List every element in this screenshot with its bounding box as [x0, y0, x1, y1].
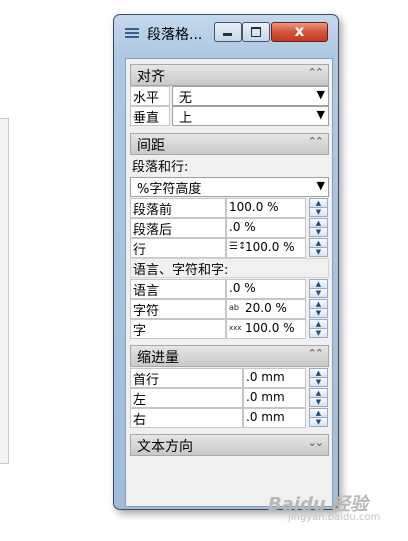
- spin-down-icon[interactable]: ▼: [309, 288, 328, 298]
- left-indent-label: 左: [133, 393, 147, 408]
- dialog-content: 对齐 ⌃⌃ 水平 无 ▼ 垂直 上 ▼ 间距 ⌃⌃ 段落和行: %字符高度 ▼ …: [125, 58, 333, 507]
- collapse-icon: ⌃⌃: [307, 135, 325, 148]
- right-indent-value: .0 mm: [246, 410, 285, 424]
- section-header-alignment[interactable]: 对齐 ⌃⌃: [130, 64, 329, 86]
- word-spacing-input[interactable]: xxx 100.0 %: [226, 319, 306, 339]
- spin-down-icon[interactable]: ▼: [309, 397, 328, 407]
- minimize-button[interactable]: [214, 22, 242, 42]
- character-label: 字符: [133, 304, 160, 319]
- character-spacing-stepper[interactable]: ▲ ▼: [309, 299, 328, 318]
- right-indent-input[interactable]: .0 mm: [243, 408, 306, 428]
- vertical-align-value: 上: [179, 111, 193, 126]
- horizontal-label: 水平: [133, 91, 160, 106]
- horizontal-align-select[interactable]: 无 ▼: [172, 86, 329, 106]
- spin-down-icon[interactable]: ▼: [309, 247, 328, 257]
- window-title: 段落格...: [147, 27, 203, 43]
- expand-icon: ⌄⌄: [307, 436, 325, 449]
- language-spacing-value: .0 %: [229, 281, 256, 295]
- section-header-spacing[interactable]: 间距 ⌃⌃: [130, 133, 329, 155]
- collapse-icon: ⌃⌃: [307, 66, 325, 79]
- paragraph-and-line-label: 段落和行:: [132, 160, 189, 175]
- spin-down-icon[interactable]: ▼: [309, 328, 328, 338]
- minimize-icon: [223, 33, 232, 36]
- line-label: 行: [133, 243, 147, 258]
- line-label-cell: 行: [130, 238, 226, 258]
- first-line-indent-stepper[interactable]: ▲ ▼: [309, 368, 328, 387]
- character-label-cell: 字符: [130, 299, 226, 319]
- title-bar[interactable]: 段落格... x: [114, 15, 338, 49]
- character-spacing-input[interactable]: ab 20.0 %: [226, 299, 306, 319]
- section-title: 缩进量: [137, 350, 179, 366]
- left-indent-input[interactable]: .0 mm: [243, 388, 306, 408]
- section-title: 对齐: [137, 69, 165, 85]
- after-spacing-stepper[interactable]: ▲ ▼: [309, 218, 328, 237]
- background-document-edge: [0, 118, 9, 464]
- paragraph-format-dialog: 段落格... x 对齐 ⌃⌃ 水平 无 ▼ 垂直 上 ▼ 间距 ⌃⌃ 段落和行:: [113, 14, 339, 510]
- watermark-url: jingyan.baidu.com: [288, 512, 381, 523]
- horizontal-label-cell: 水平: [130, 86, 170, 106]
- line-spacing-value: 100.0 %: [245, 240, 295, 254]
- lang-char-word-label: 语言、字符和字:: [133, 263, 229, 278]
- spin-down-icon[interactable]: ▼: [309, 377, 328, 387]
- language-spacing-input[interactable]: .0 %: [226, 279, 306, 299]
- right-indent-label-cell: 右: [130, 408, 243, 428]
- spin-down-icon[interactable]: ▼: [309, 207, 328, 217]
- chevron-down-icon: ▼: [316, 88, 325, 101]
- close-icon: x: [294, 22, 305, 40]
- left-indent-value: .0 mm: [246, 390, 285, 404]
- spin-down-icon[interactable]: ▼: [309, 227, 328, 237]
- section-title: 间距: [137, 138, 165, 154]
- first-line-indent-value: .0 mm: [246, 370, 285, 384]
- language-label-cell: 语言: [130, 279, 226, 299]
- before-spacing-input[interactable]: 100.0 %: [226, 198, 306, 218]
- right-indent-label: 右: [133, 413, 147, 428]
- before-label-cell: 段落前: [130, 198, 226, 218]
- first-line-label: 首行: [133, 373, 160, 388]
- before-spacing-stepper[interactable]: ▲ ▼: [309, 198, 328, 217]
- vertical-label: 垂直: [133, 111, 160, 126]
- right-indent-stepper[interactable]: ▲ ▼: [309, 408, 328, 427]
- maximize-icon: [251, 27, 261, 37]
- word-label: 字: [133, 324, 147, 339]
- left-indent-stepper[interactable]: ▲ ▼: [309, 388, 328, 407]
- after-label-cell: 段落后: [130, 218, 226, 238]
- line-spacing-stepper[interactable]: ▲ ▼: [309, 238, 328, 257]
- word-spacing-icon: xxx: [229, 324, 242, 332]
- vertical-label-cell: 垂直: [130, 106, 170, 126]
- section-header-text-direction[interactable]: 文本方向 ⌄⌄: [130, 434, 329, 456]
- after-spacing-input[interactable]: .0 %: [226, 218, 306, 238]
- spacing-mode-value: %字符高度: [137, 182, 202, 197]
- language-spacing-stepper[interactable]: ▲ ▼: [309, 279, 328, 298]
- left-indent-label-cell: 左: [130, 388, 243, 408]
- section-title: 文本方向: [137, 439, 193, 455]
- spin-down-icon[interactable]: ▼: [309, 417, 328, 427]
- chevron-down-icon: ▼: [316, 179, 325, 192]
- spacing-mode-select[interactable]: %字符高度 ▼: [130, 177, 329, 197]
- lang-char-word-heading-cell: 语言、字符和字:: [130, 258, 329, 278]
- character-spacing-value: 20.0 %: [245, 301, 287, 315]
- paragraph-icon: [125, 28, 139, 40]
- after-spacing-value: .0 %: [229, 220, 256, 234]
- word-spacing-stepper[interactable]: ▲ ▼: [309, 319, 328, 338]
- line-spacing-input[interactable]: ☰↕ 100.0 %: [226, 238, 306, 258]
- before-label: 段落前: [133, 203, 173, 218]
- word-spacing-value: 100.0 %: [245, 321, 295, 335]
- first-line-indent-input[interactable]: .0 mm: [243, 368, 306, 388]
- word-label-cell: 字: [130, 319, 226, 339]
- first-line-label-cell: 首行: [130, 368, 243, 388]
- close-button[interactable]: x: [271, 22, 328, 42]
- vertical-align-select[interactable]: 上 ▼: [172, 106, 329, 126]
- maximize-button[interactable]: [242, 22, 270, 42]
- language-label: 语言: [133, 284, 160, 299]
- line-spacing-icon: ☰↕: [229, 241, 247, 252]
- horizontal-align-value: 无: [179, 91, 193, 106]
- before-spacing-value: 100.0 %: [229, 200, 279, 214]
- chevron-down-icon: ▼: [316, 108, 325, 121]
- spin-down-icon[interactable]: ▼: [309, 308, 328, 318]
- character-spacing-icon: ab: [229, 303, 239, 312]
- collapse-icon: ⌃⌃: [307, 347, 325, 360]
- after-label: 段落后: [133, 223, 173, 238]
- section-header-indent[interactable]: 缩进量 ⌃⌃: [130, 345, 329, 367]
